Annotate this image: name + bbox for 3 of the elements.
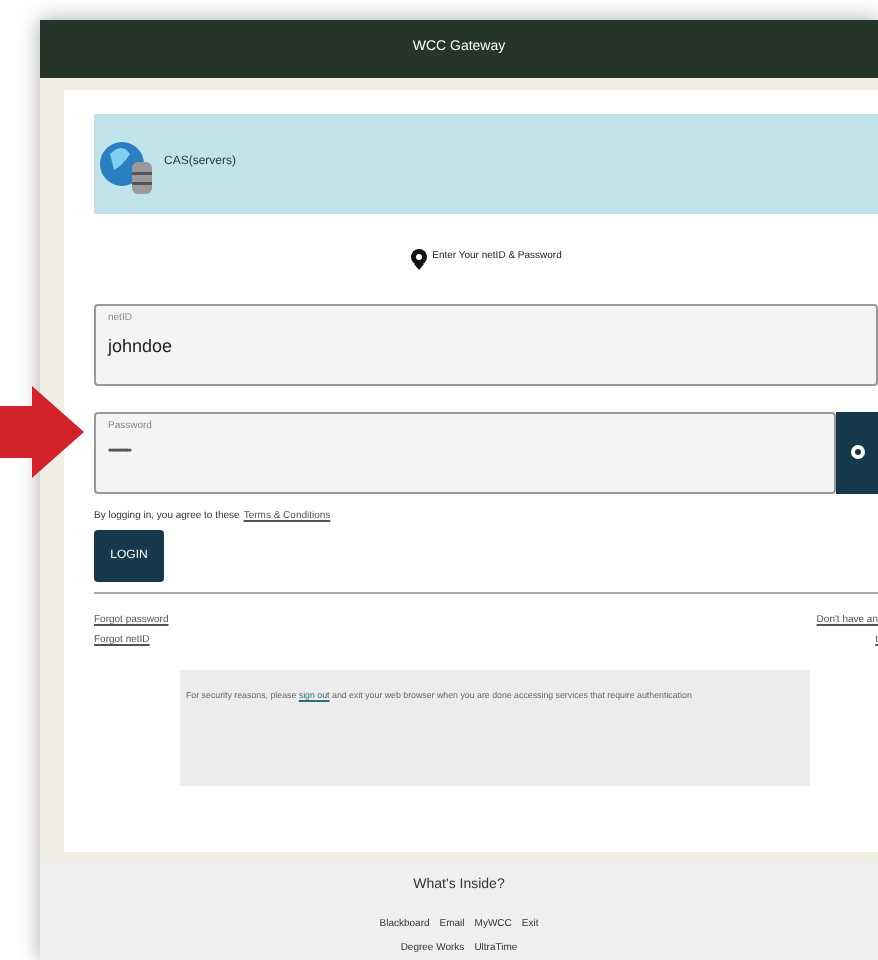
show-password-button[interactable] (836, 411, 878, 494)
pointer-arrow-drawing (0, 386, 84, 478)
eye-icon (849, 444, 865, 461)
